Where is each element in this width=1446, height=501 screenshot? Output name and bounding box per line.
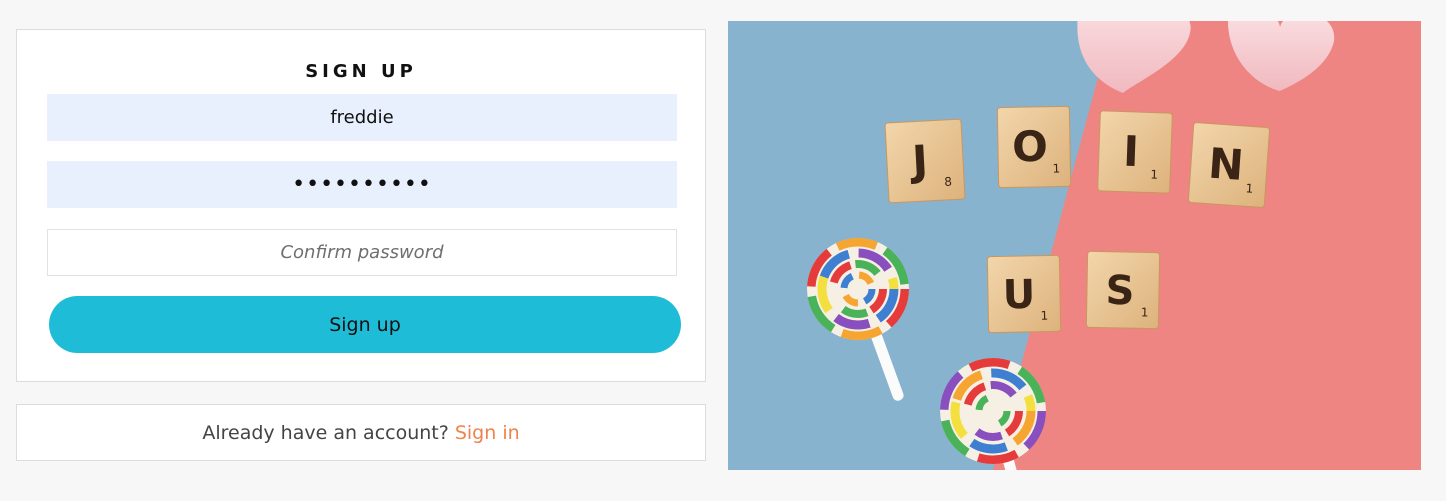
lollipop-right bbox=[940, 358, 1046, 464]
page-title: SIGN UP bbox=[305, 61, 417, 82]
svg-text:S: S bbox=[1105, 268, 1135, 314]
svg-text:1: 1 bbox=[1245, 181, 1254, 195]
letter-tile: N 1 bbox=[1188, 122, 1270, 208]
signin-prompt-card: Already have an account? Sign in bbox=[16, 404, 706, 461]
svg-text:1: 1 bbox=[1150, 168, 1158, 182]
sign-up-button[interactable]: Sign up bbox=[49, 296, 681, 353]
svg-text:8: 8 bbox=[944, 175, 952, 189]
password-field[interactable] bbox=[47, 161, 677, 208]
lollipop-left bbox=[807, 238, 909, 340]
svg-text:1: 1 bbox=[1052, 162, 1060, 176]
svg-text:O: O bbox=[1012, 122, 1049, 172]
svg-text:N: N bbox=[1207, 139, 1245, 190]
join-us-photo: J 8 O 1 I 1 N 1 U 1 S 1 bbox=[728, 21, 1421, 470]
signin-prompt-text: Already have an account? bbox=[202, 421, 449, 444]
confirm-password-field[interactable] bbox=[47, 229, 677, 276]
letter-tile: U 1 bbox=[986, 254, 1062, 334]
letter-tile: O 1 bbox=[996, 105, 1072, 189]
sign-in-link[interactable]: Sign in bbox=[455, 422, 520, 444]
svg-text:1: 1 bbox=[1040, 309, 1048, 323]
signup-card: SIGN UP Sign up bbox=[16, 29, 706, 382]
username-field[interactable] bbox=[47, 94, 677, 141]
letter-tile: J 8 bbox=[884, 118, 966, 204]
svg-text:U: U bbox=[1002, 272, 1035, 319]
letter-tile: I 1 bbox=[1097, 110, 1173, 194]
svg-text:1: 1 bbox=[1141, 305, 1149, 319]
letter-tile: S 1 bbox=[1085, 250, 1161, 330]
svg-text:I: I bbox=[1122, 127, 1139, 177]
